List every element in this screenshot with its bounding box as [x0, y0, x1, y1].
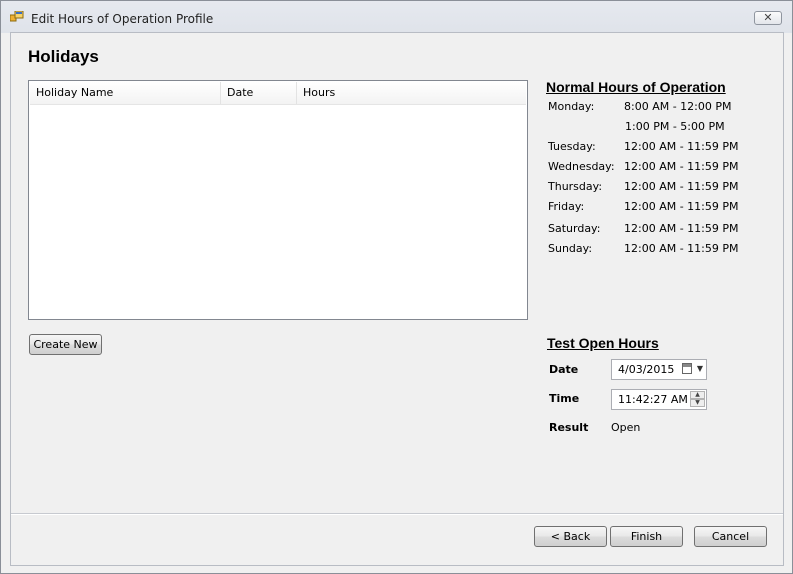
spin-down-icon[interactable]: ▼: [690, 399, 705, 407]
column-header-hours[interactable]: Hours: [297, 82, 526, 104]
test-open-hours-title: Test Open Hours: [547, 335, 659, 351]
time-range: 12:00 AM - 11:59 PM: [624, 160, 739, 173]
day-label: Sunday:: [548, 242, 593, 255]
result-value: Open: [611, 421, 641, 434]
time-spinner[interactable]: ▲ ▼: [690, 391, 705, 408]
time-range: 12:00 AM - 11:59 PM: [624, 200, 739, 213]
chevron-down-icon[interactable]: ▼: [697, 363, 703, 375]
time-range: 12:00 AM - 11:59 PM: [624, 242, 739, 255]
create-new-button[interactable]: Create New: [29, 334, 102, 355]
cancel-button[interactable]: Cancel: [694, 526, 767, 547]
day-label: Wednesday:: [548, 160, 615, 173]
calendar-icon[interactable]: [682, 363, 692, 374]
dialog-window: Edit Hours of Operation Profile ✕ Holida…: [0, 0, 793, 574]
holidays-list[interactable]: Holiday Name Date Hours: [28, 80, 528, 320]
date-label: Date: [549, 363, 579, 376]
time-picker[interactable]: 11:42:27 AM ▲ ▼: [611, 389, 707, 410]
app-window-icon: [10, 11, 24, 22]
time-value: 11:42:27 AM: [618, 393, 688, 406]
time-range: 12:00 AM - 11:59 PM: [624, 222, 739, 235]
title-bar: Edit Hours of Operation Profile ✕: [1, 1, 792, 33]
result-label: Result: [549, 421, 589, 434]
back-button[interactable]: < Back: [534, 526, 607, 547]
holidays-heading: Holidays: [28, 47, 99, 66]
normal-hours-title: Normal Hours of Operation: [546, 79, 726, 95]
close-icon: ✕: [763, 11, 773, 24]
column-header-holiday-name[interactable]: Holiday Name: [30, 82, 221, 104]
footer-divider: [11, 513, 783, 514]
window-title: Edit Hours of Operation Profile: [31, 12, 214, 26]
day-label: Monday:: [548, 100, 595, 113]
time-label: Time: [549, 392, 580, 405]
holidays-list-header: Holiday Name Date Hours: [30, 82, 526, 105]
close-button[interactable]: ✕: [754, 11, 782, 25]
time-range: 1:00 PM - 5:00 PM: [625, 120, 725, 133]
time-range: 12:00 AM - 11:59 PM: [624, 140, 739, 153]
day-label: Friday:: [548, 200, 585, 213]
time-range: 8:00 AM - 12:00 PM: [624, 100, 732, 113]
dialog-content: Holidays Holiday Name Date Hours Create …: [10, 32, 784, 566]
date-value: 4/03/2015: [618, 363, 675, 376]
finish-button[interactable]: Finish: [610, 526, 683, 547]
date-picker[interactable]: 4/03/2015 ▼: [611, 359, 707, 380]
day-label: Saturday:: [548, 222, 601, 235]
column-header-date[interactable]: Date: [221, 82, 297, 104]
day-label: Tuesday:: [548, 140, 596, 153]
time-range: 12:00 AM - 11:59 PM: [624, 180, 739, 193]
day-label: Thursday:: [548, 180, 603, 193]
spin-up-icon[interactable]: ▲: [690, 391, 705, 399]
